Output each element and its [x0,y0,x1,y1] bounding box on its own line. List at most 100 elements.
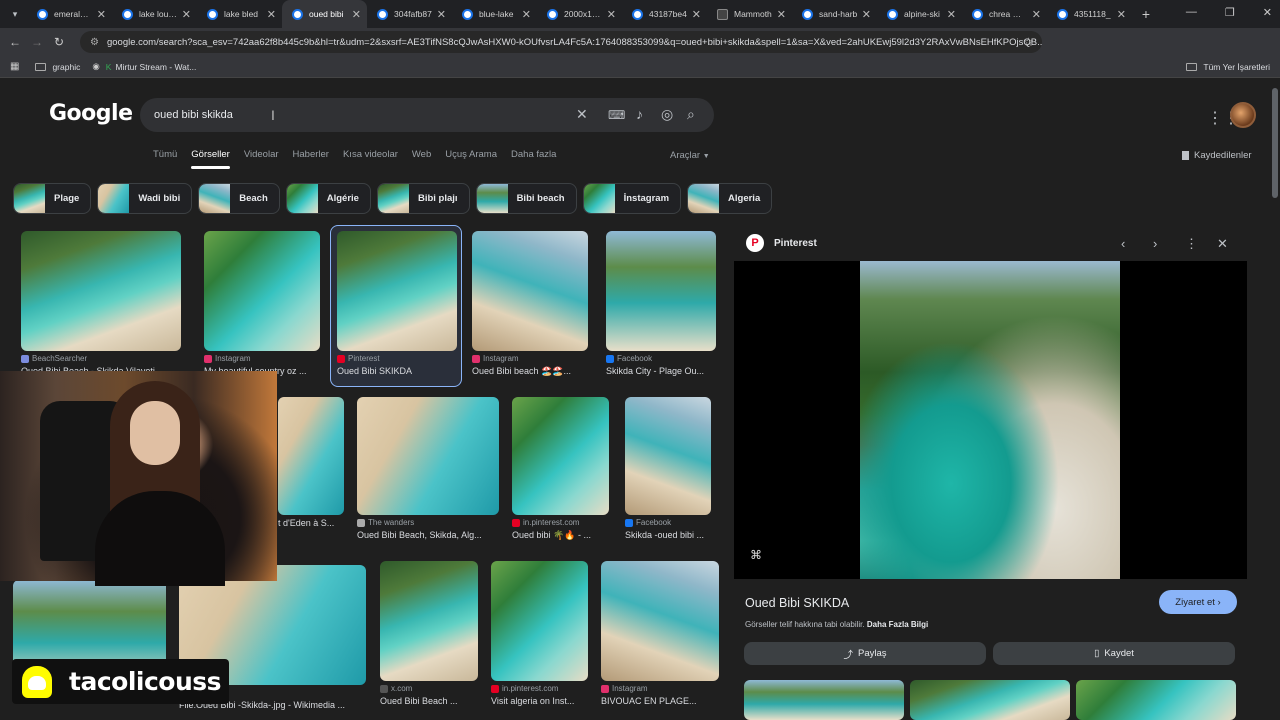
image-result[interactable]: in.pinterest.com Visit algeria on Inst... [491,561,588,706]
tab-close-icon[interactable]: ✕ [267,8,276,21]
refinement-chip[interactable]: Beach [198,183,280,214]
site-info-icon[interactable]: ⚙ [90,37,99,48]
tab-close-icon[interactable]: ✕ [437,8,446,21]
share-button[interactable]: ⤴ Paylaş [744,642,986,665]
previous-icon[interactable]: ‹ [1121,236,1125,251]
browser-tab[interactable]: lake bled ✕ [197,0,282,28]
refinement-chip[interactable]: Plage [13,183,92,214]
tab-close-icon[interactable]: ✕ [97,8,106,21]
search-box[interactable]: oued bibi skikda I ✕ ⌨ ♪ ◎ ⌕ [140,98,714,132]
browser-tab[interactable]: 4351118_ ✕ [1047,0,1132,28]
refinement-chip[interactable]: Bibi beach [475,183,577,214]
result-thumbnail[interactable] [625,397,711,515]
tab-close-icon[interactable]: ✕ [1117,8,1126,21]
tab-close-icon[interactable]: ✕ [522,8,531,21]
preview-image[interactable] [860,261,1120,579]
browser-tab[interactable]: chrea mou ✕ [962,0,1047,28]
browser-tab[interactable]: 2000x1080 ✕ [537,0,622,28]
page-scrollbar[interactable] [1272,88,1278,198]
result-thumbnail[interactable] [601,561,719,681]
search-query[interactable]: oued bibi skikda [154,109,233,121]
image-result[interactable]: in.pinterest.com Oued bibi 🌴🔥 - ... [512,397,609,541]
maximize-button[interactable]: ❐ [1225,6,1235,19]
tab-close-icon[interactable]: ✕ [352,8,361,21]
tab-close-icon[interactable]: ✕ [777,8,786,21]
tools-dropdown[interactable]: Araçlar ▼ [670,150,710,161]
close-window-button[interactable]: ✕ [1263,6,1272,19]
result-thumbnail[interactable] [491,561,588,681]
image-result[interactable]: Instagram Oued Bibi beach 🏖️🏖️... [472,231,588,377]
refinement-chip[interactable]: Algeria [687,183,773,214]
filter-tab[interactable]: Daha fazla [511,149,556,160]
result-caption[interactable]: t d'Eden à S... [278,518,344,528]
filter-tab[interactable]: Tümü [153,149,177,160]
filter-tab[interactable]: Görseller [191,149,230,169]
google-logo[interactable]: Google [49,101,133,126]
result-caption[interactable]: Oued Bibi Beach ... [380,696,478,706]
related-thumbnail[interactable] [744,680,904,720]
result-thumbnail[interactable] [357,397,499,515]
result-thumbnail[interactable] [337,231,457,351]
address-bar[interactable]: ⚙ google.com/search?sca_esv=742aa62f8b44… [80,31,1042,53]
browser-tab[interactable]: sand-harb ✕ [792,0,877,28]
image-result[interactable]: Facebook Skikda -oued bibi ... [625,397,711,540]
tab-close-icon[interactable]: ✕ [692,8,701,21]
minimize-button[interactable]: — [1186,6,1197,19]
apps-grid-icon[interactable]: ▦ [10,61,19,72]
result-caption[interactable]: Skikda -oued bibi ... [625,530,711,540]
mic-icon[interactable]: ♪ [636,106,643,122]
browser-tab[interactable]: 304fafb87 ✕ [367,0,452,28]
refinement-chip[interactable]: Algérie [285,183,371,214]
visual-search-icon[interactable]: ⌘ [750,548,762,562]
keyboard-icon[interactable]: ⌨ [608,108,625,122]
bookmark-star-icon[interactable]: ☆ [1023,35,1034,49]
save-button[interactable]: ▯ Kaydet [993,642,1235,665]
related-thumbnail[interactable] [910,680,1070,720]
saved-link[interactable]: Kaydedilenler [1182,150,1252,161]
browser-tab[interactable]: oued bibi ✕ [282,0,367,28]
refinement-chip[interactable]: İnstagram [582,183,682,214]
more-info-link[interactable]: Daha Fazla Bilgi [867,620,928,629]
result-caption[interactable]: Oued Bibi SKIKDA [337,366,457,376]
filter-tab[interactable]: Web [412,149,431,160]
result-caption[interactable]: Oued bibi 🌴🔥 - ... [512,530,609,541]
result-thumbnail[interactable] [21,231,181,351]
tab-close-icon[interactable]: ✕ [607,8,616,21]
result-caption[interactable]: Oued Bibi beach 🏖️🏖️... [472,366,588,377]
panel-source[interactable]: P Pinterest [746,234,817,252]
result-thumbnail[interactable] [606,231,716,351]
result-thumbnail[interactable] [380,561,478,681]
clear-icon[interactable]: ✕ [576,106,588,123]
browser-tab[interactable]: alpine-ski ✕ [877,0,962,28]
preview-title[interactable]: Oued Bibi SKIKDA [745,596,849,610]
more-options-icon[interactable]: ⋮ [1185,236,1198,252]
result-thumbnail[interactable] [204,231,320,351]
result-caption[interactable]: Skikda City - Plage Ou... [606,366,716,376]
result-caption[interactable]: BIVOUAC EN PLAGE... [601,696,719,706]
image-result[interactable]: InstagramMy beautiful country oz ... [204,231,320,376]
reload-button[interactable]: ↻ [48,35,70,49]
result-thumbnail[interactable] [278,397,344,515]
filter-tab[interactable]: Kısa videolar [343,149,398,160]
result-thumbnail[interactable] [512,397,609,515]
bookmark-mirtur-stream[interactable]: ◉ K Mirtur Stream - Wat... [92,61,196,72]
tab-close-icon[interactable]: ✕ [947,8,956,21]
image-result[interactable]: BeachSearcherOued Bibi Beach - Skikda Vi… [21,231,181,376]
visit-button[interactable]: Ziyaret et › [1159,590,1237,614]
account-avatar[interactable] [1230,102,1256,128]
result-thumbnail[interactable] [472,231,588,351]
image-result[interactable]: The wanders Oued Bibi Beach, Skikda, Alg.… [357,397,499,540]
browser-tab[interactable]: 43187be4 ✕ [622,0,707,28]
related-thumbnail[interactable] [1076,680,1236,720]
result-caption[interactable]: Visit algeria on Inst... [491,696,588,706]
browser-tab[interactable]: blue-lake ✕ [452,0,537,28]
back-button[interactable]: ← [4,35,26,49]
next-icon[interactable]: › [1153,236,1157,251]
browser-tab[interactable]: lake louise ✕ [112,0,197,28]
tab-close-icon[interactable]: ✕ [862,8,871,21]
forward-button[interactable]: → [26,35,48,49]
browser-tab[interactable]: Mammoth ✕ [707,0,792,28]
tab-close-icon[interactable]: ✕ [182,8,191,21]
browser-tab[interactable]: emerald la ✕ [27,0,112,28]
filter-tab[interactable]: Uçuş Arama [445,149,497,160]
